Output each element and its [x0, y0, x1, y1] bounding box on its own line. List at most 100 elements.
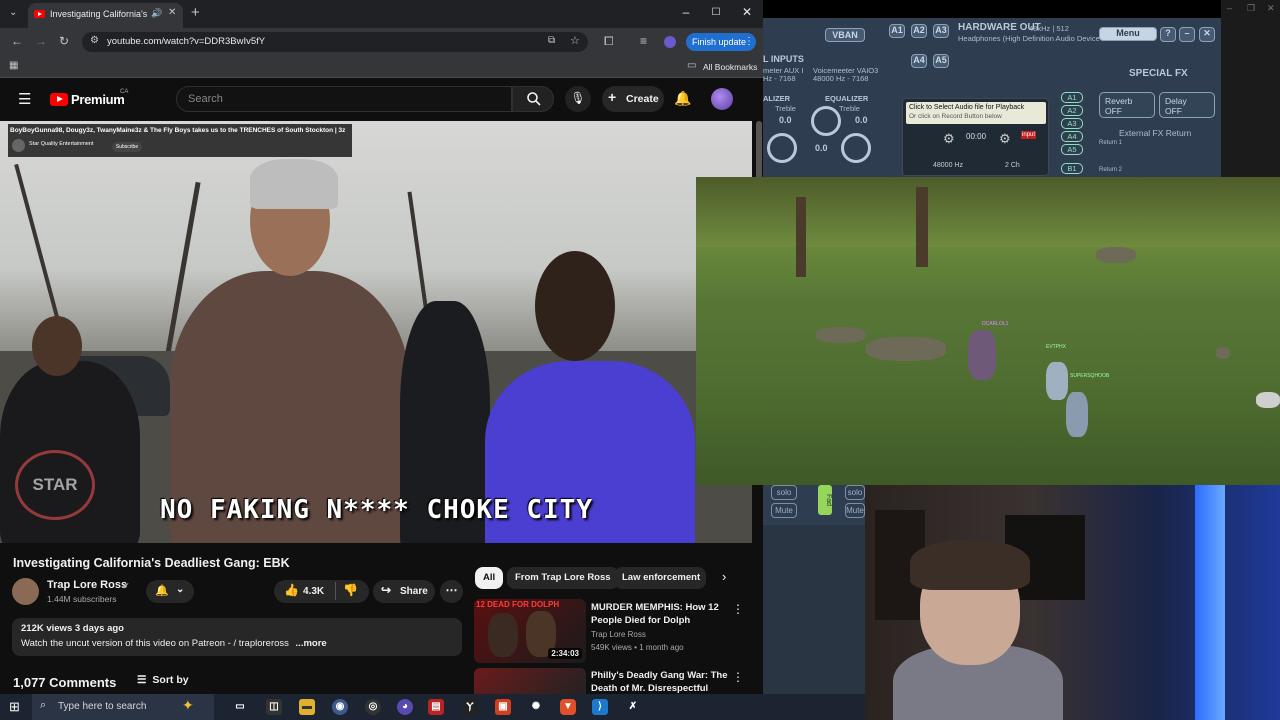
description-box[interactable]: 212K views 3 days ago Watch the uncut ve… [12, 618, 462, 656]
close-icon[interactable]: ✕ [1267, 3, 1275, 14]
chip-from-channel[interactable]: From Trap Lore Ross [507, 567, 619, 589]
related-more-icon[interactable]: ⋮ [732, 602, 744, 616]
related-title-line2[interactable]: Death of Mr. Disrespectful [591, 682, 708, 694]
tab-search-icon[interactable]: ⌄ [9, 7, 17, 18]
discord-icon[interactable]: ◕ [397, 699, 413, 715]
video-player[interactable]: BoyBoyGunna98, Dougy3z, TwanyMaine3z & T… [0, 121, 752, 543]
file-explorer-icon[interactable]: ▬ [299, 699, 315, 715]
fader[interactable]: Fad [818, 485, 832, 515]
taskbar-search[interactable]: ⌕ Type here to search ✦ [32, 694, 214, 720]
media-control-icon[interactable]: ≡ [640, 34, 647, 48]
new-tab-button[interactable]: + [191, 4, 200, 21]
related-more-icon[interactable]: ⋮ [732, 670, 744, 684]
close-window-button[interactable]: ✕ [737, 5, 757, 19]
related-channel[interactable]: Trap Lore Ross [591, 630, 646, 639]
app-icon[interactable]: ▣ [495, 699, 511, 715]
account-avatar[interactable] [711, 88, 733, 110]
chip-all[interactable]: All [475, 567, 504, 589]
brave-icon[interactable]: ▼ [560, 699, 576, 715]
subscription-bell-button[interactable]: 🔔 ⌄ [146, 580, 194, 603]
channel-name[interactable]: Trap Lore Ross [47, 579, 127, 591]
restore-icon[interactable]: ❐ [1247, 3, 1255, 14]
vban-button[interactable]: VBAN [825, 28, 865, 42]
delay-button[interactable]: Delay OFF [1159, 92, 1215, 118]
chip-law-enforcement[interactable]: Law enforcement [614, 567, 706, 589]
voice-search-button[interactable]: 🎙 [565, 86, 591, 112]
related-thumbnail[interactable] [474, 668, 586, 694]
obs-icon[interactable]: ◎ [365, 699, 381, 715]
tab-close-icon[interactable]: ✕ [168, 7, 176, 18]
app-icon[interactable]: ✗ [625, 699, 641, 715]
app-icon[interactable]: Ⲩ [462, 699, 478, 715]
create-button[interactable]: + Create [602, 86, 664, 112]
tab-audio-icon[interactable]: 🔊 [151, 8, 162, 19]
chrome-icon[interactable]: ◉ [332, 699, 348, 715]
related-title[interactable]: Philly's Deadly Gang War: The [591, 669, 728, 682]
notifications-bell-icon[interactable]: 🔔 [674, 90, 691, 107]
help-button[interactable]: ? [1160, 27, 1176, 42]
forward-icon[interactable]: → [35, 34, 47, 48]
vscode-icon[interactable]: ⟩ [592, 699, 608, 715]
channel-avatar[interactable] [12, 578, 39, 605]
search-button[interactable] [512, 86, 554, 112]
bookmark-star-icon[interactable]: ☆ [570, 34, 580, 47]
youtube-logo-icon[interactable] [50, 93, 68, 106]
reload-icon[interactable]: ↻ [59, 34, 69, 48]
menu-button[interactable]: Menu [1099, 27, 1157, 41]
install-icon[interactable]: ⧉ [548, 35, 555, 46]
more-actions-icon[interactable]: ⋯ [440, 580, 463, 603]
youtube-premium-logo[interactable]: Premium [71, 92, 125, 107]
a4-button[interactable]: A4 [911, 54, 927, 68]
bus-a3-button[interactable]: A3 [1061, 118, 1083, 129]
search-input[interactable]: Search [176, 86, 512, 112]
hamburger-menu-icon[interactable]: ☰ [18, 90, 31, 108]
windows-start-icon[interactable]: ⊞ [9, 699, 20, 715]
a5-button[interactable]: A5 [933, 54, 949, 68]
minimize-button[interactable]: – [676, 5, 696, 19]
mute-button[interactable]: Mute [771, 503, 797, 518]
bus-a4-button[interactable]: A4 [1061, 131, 1083, 142]
chevron-right-icon[interactable]: › [722, 569, 726, 584]
bus-b1-button[interactable]: B1 [1061, 163, 1083, 174]
solo-button[interactable]: solo [845, 485, 865, 500]
reverb-button[interactable]: Reverb OFF [1099, 92, 1155, 118]
site-info-icon[interactable]: ⚙ [90, 35, 99, 46]
task-view-icon[interactable]: ▭ [232, 699, 248, 715]
minimize-button[interactable]: – [1179, 27, 1195, 42]
a2-button[interactable]: A2 [911, 24, 927, 38]
apps-icon[interactable]: ▦ [9, 60, 18, 71]
solo-button[interactable]: solo [771, 485, 797, 500]
like-icon[interactable]: 👍 [284, 583, 299, 597]
more-menu-icon[interactable]: ⋮ [744, 36, 754, 47]
minimize-icon[interactable]: – [1227, 3, 1232, 13]
back-icon[interactable]: ← [11, 34, 23, 48]
related-title-line2[interactable]: People Died for Dolph [591, 614, 690, 627]
app-icon[interactable]: ◫ [266, 699, 282, 715]
address-bar[interactable]: ⚙ youtube.com/watch?v=DDR3BwIv5fY ⧉ ☆ [82, 32, 588, 52]
bus-a5-button[interactable]: A5 [1061, 144, 1083, 155]
eq-knob[interactable] [767, 133, 797, 163]
mute-button[interactable]: Mute [845, 503, 865, 518]
cassette-recorder[interactable]: Click to Select Audio file for Playback … [902, 98, 1049, 176]
sort-by-button[interactable]: ☰ Sort by [137, 674, 189, 686]
a1-button[interactable]: A1 [889, 24, 905, 38]
embed-subscribe-button[interactable]: Subscribe [112, 142, 142, 152]
related-title[interactable]: MURDER MEMPHIS: How 12 [591, 601, 719, 614]
share-button[interactable]: ↪ Share [373, 580, 435, 603]
profile-icon[interactable] [664, 36, 676, 48]
all-bookmarks-label[interactable]: All Bookmarks [703, 62, 757, 72]
blender-icon[interactable]: ✺ [528, 699, 544, 715]
bus-a2-button[interactable]: A2 [1061, 105, 1083, 116]
eq-knob[interactable] [841, 133, 871, 163]
dislike-icon[interactable]: 👎 [343, 583, 358, 597]
like-count[interactable]: 4.3K [303, 586, 324, 597]
a3-button[interactable]: A3 [933, 24, 949, 38]
more-link[interactable]: ...more [296, 638, 327, 649]
patreon-link[interactable]: / traploreross [233, 638, 288, 649]
close-button[interactable]: ✕ [1199, 27, 1215, 42]
extensions-icon[interactable]: ⧠ [604, 34, 614, 49]
voicemeeter-icon[interactable]: ▤ [428, 699, 444, 715]
finish-update-button[interactable]: Finish update ⋮ [686, 33, 756, 51]
eq-knob[interactable] [811, 106, 841, 136]
tab-active[interactable]: Investigating California's De 🔊 ✕ [28, 3, 183, 28]
